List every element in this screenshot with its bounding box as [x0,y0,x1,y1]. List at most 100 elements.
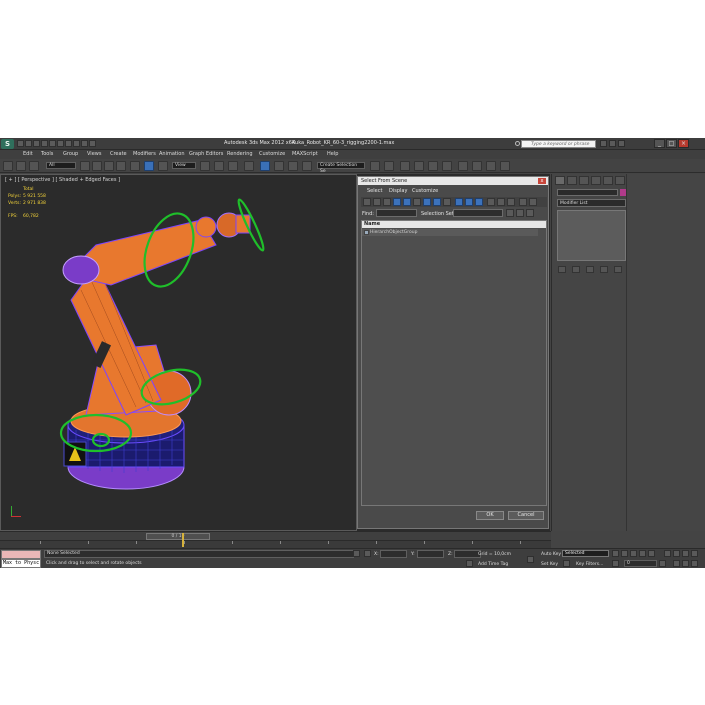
ok-button[interactable]: OK [476,511,504,520]
display-lights-icon[interactable] [383,198,391,206]
menu-group[interactable]: Group [63,151,78,157]
project-folder-icon[interactable] [73,140,80,147]
configure-modifier-sets-icon[interactable] [614,266,622,273]
menu-help[interactable]: Help [327,151,338,157]
absolute-mode-icon[interactable] [364,550,371,557]
workspace-dropdown-icon[interactable] [81,140,88,147]
render-setup-icon[interactable] [472,161,482,171]
menu-rendering[interactable]: Rendering [227,151,253,157]
dialog-menu-select[interactable]: Select [367,188,382,194]
display-shapes-icon[interactable] [373,198,381,206]
time-configuration-icon[interactable] [659,560,666,567]
open-file-icon[interactable] [25,140,32,147]
go-to-start-icon[interactable] [612,550,619,557]
named-selection-dropdown[interactable]: Create Selection Se [317,162,365,174]
robot-model-render[interactable] [1,175,357,531]
maxscript-mini-listener[interactable]: Max to Physc [1,559,41,568]
dialog-title[interactable]: Select From Scene [358,177,548,185]
field-of-view-icon[interactable] [673,560,680,567]
add-time-tag-button[interactable]: Add Time Tag [478,562,508,567]
unlink-icon[interactable] [16,161,26,171]
material-editor-icon[interactable] [458,161,468,171]
zoom-extents-all-icon[interactable] [691,550,698,557]
menu-modifiers[interactable]: Modifiers [133,151,156,157]
selection-filter-dropdown[interactable]: All [46,162,76,169]
pin-stack-icon[interactable] [558,266,566,273]
percent-snap-icon[interactable] [274,161,284,171]
favorites-star-icon[interactable] [609,140,616,147]
create-tab-icon[interactable] [555,176,565,185]
menu-views[interactable]: Views [87,151,101,157]
orbit-icon[interactable] [691,560,698,567]
pan-view-icon[interactable] [682,560,689,567]
fetch-icon[interactable] [65,140,72,147]
close-button[interactable]: × [678,139,689,148]
next-frame-icon[interactable] [639,550,646,557]
graphite-tools-icon[interactable] [414,161,424,171]
hold-icon[interactable] [57,140,64,147]
save-file-icon[interactable] [33,140,40,147]
show-end-result-icon[interactable] [572,266,580,273]
lock-selection-icon[interactable] [353,550,360,557]
display-invert-icon[interactable] [475,198,483,206]
modifier-stack[interactable] [557,210,626,261]
z-coordinate-field[interactable] [454,550,481,558]
display-cameras-icon[interactable] [393,198,401,206]
auto-key-button[interactable]: Auto Key [541,552,561,557]
menu-customize[interactable]: Customize [259,151,285,157]
display-tab-icon[interactable] [603,176,613,185]
edit-selection-set-icon[interactable] [516,209,524,217]
key-filters-button[interactable]: Key Filters... [576,562,603,567]
key-mode-toggle-icon[interactable] [612,560,619,567]
snaps-toggle-icon[interactable] [244,161,254,171]
select-by-name-icon[interactable] [92,161,102,171]
schematic-view-icon[interactable] [442,161,452,171]
utilities-tab-icon[interactable] [615,176,625,185]
redo-icon[interactable] [49,140,56,147]
delete-selection-set-icon[interactable] [526,209,534,217]
scale-icon[interactable] [158,161,168,171]
menu-create[interactable]: Create [110,151,127,157]
select-none-icon[interactable] [497,198,505,206]
select-dependents-icon[interactable] [529,198,537,206]
app-logo-icon[interactable]: S [1,139,14,149]
maximize-button[interactable]: □ [666,139,677,148]
remove-modifier-icon[interactable] [600,266,608,273]
key-mode-dropdown[interactable]: Selected [562,550,609,557]
time-slider[interactable]: 0 / 10 [0,531,551,540]
menu-tools[interactable]: Tools [41,151,53,157]
cancel-button[interactable]: Cancel [508,511,544,520]
quick-access-more-icon[interactable] [89,140,96,147]
time-slider-thumb[interactable]: 0 / 10 [146,533,210,540]
track-bar[interactable] [0,540,551,548]
spinner-snap-icon[interactable] [288,161,298,171]
scene-object-list[interactable]: Name HierarchObjectGroup [361,220,547,506]
y-coordinate-field[interactable] [417,550,444,558]
select-all-icon[interactable] [487,198,495,206]
infocenter-icon[interactable] [600,140,607,147]
layer-manager-icon[interactable] [400,161,410,171]
x-coordinate-field[interactable] [380,550,407,558]
modifier-list-dropdown[interactable]: Modifier List [557,199,626,207]
play-icon[interactable] [630,550,637,557]
key-icon[interactable] [527,556,534,563]
time-tag-icon[interactable] [466,560,473,567]
menu-edit[interactable]: Edit [23,151,33,157]
go-to-end-icon[interactable] [648,550,655,557]
select-link-icon[interactable] [3,161,13,171]
new-file-icon[interactable] [17,140,24,147]
list-item[interactable]: HierarchObjectGroup [362,229,538,236]
rendered-frame-window-icon[interactable] [486,161,496,171]
modify-tab-icon[interactable] [567,176,577,185]
selection-set-dropdown[interactable] [453,209,503,217]
display-spacewarps-icon[interactable] [413,198,421,206]
sync-selection-icon[interactable] [519,198,527,206]
zoom-all-icon[interactable] [673,550,680,557]
zoom-extents-icon[interactable] [682,550,689,557]
select-invert-icon[interactable] [507,198,515,206]
display-none-icon[interactable] [465,198,473,206]
find-input[interactable] [376,209,417,217]
zoom-icon[interactable] [664,550,671,557]
dialog-close-button[interactable]: x [538,178,546,184]
hierarchy-tab-icon[interactable] [579,176,589,185]
